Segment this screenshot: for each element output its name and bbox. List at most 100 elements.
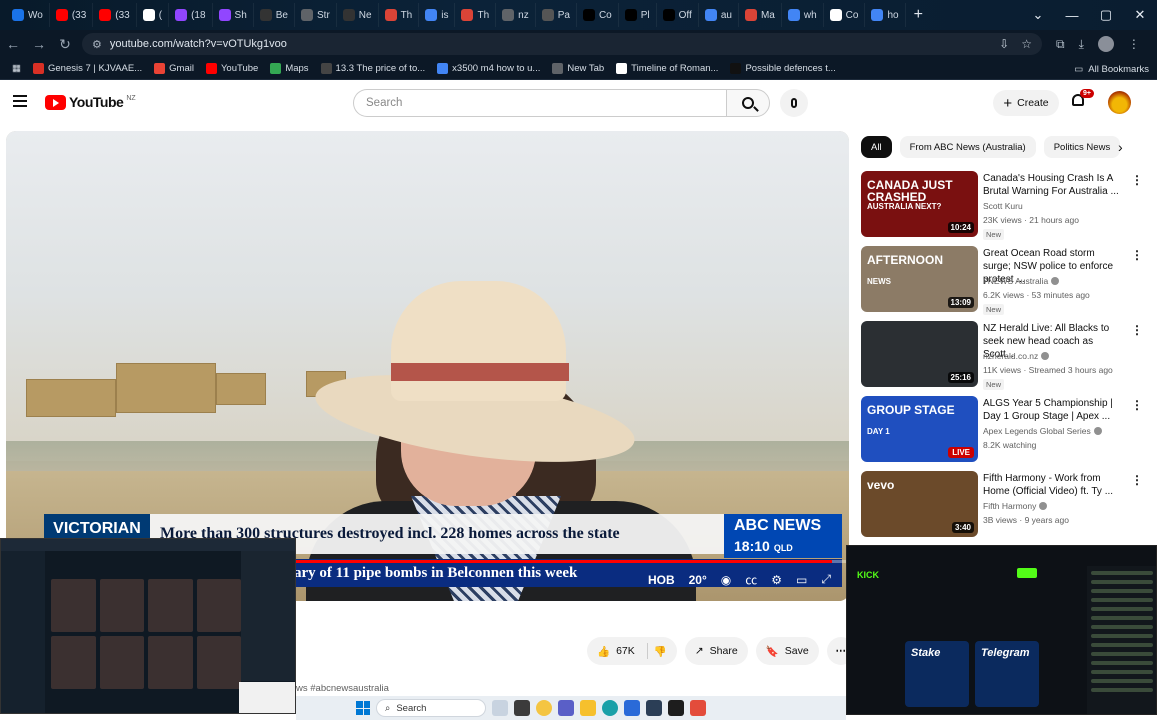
- app-icon[interactable]: [690, 700, 706, 716]
- fullscreen-icon[interactable]: ⤢: [821, 572, 831, 587]
- edge-icon[interactable]: [602, 700, 618, 716]
- more-options-icon[interactable]: ⋮: [1131, 173, 1143, 187]
- account-avatar[interactable]: [1108, 91, 1131, 114]
- minimize-button[interactable]: —: [1055, 8, 1089, 23]
- video-title[interactable]: ALGS Year 5 Championship | Day 1 Group S…: [983, 397, 1123, 423]
- save-button[interactable]: 🔖 Save: [755, 637, 819, 665]
- bookmark-item[interactable]: YouTube: [200, 63, 264, 74]
- share-button[interactable]: ↗ Share: [684, 637, 748, 665]
- channel-name[interactable]: nzherald.co.nz: [983, 351, 1050, 361]
- bookmark-item[interactable]: New Tab: [546, 63, 610, 74]
- bookmark-star-icon[interactable]: ☆: [1021, 37, 1032, 51]
- bookmark-item[interactable]: Maps: [264, 63, 314, 74]
- maximize-button[interactable]: ▢: [1089, 7, 1123, 23]
- more-options-icon[interactable]: ⋮: [1131, 398, 1143, 412]
- recommended-video[interactable]: vevo 3:40 Fifth Harmony - Work from Home (…: [861, 471, 1146, 546]
- all-bookmarks-button[interactable]: ▭ All Bookmarks: [1074, 58, 1149, 80]
- browser-tab[interactable]: Be: [254, 3, 295, 27]
- captions-icon[interactable]: ㏄: [745, 571, 757, 588]
- browser-tab[interactable]: is: [419, 3, 456, 27]
- video-title[interactable]: Canada's Housing Crash Is A Brutal Warni…: [983, 172, 1123, 198]
- recommended-video[interactable]: GROUP STAGE DAY 1 LIVE ALGS Year 5 Champion…: [861, 396, 1146, 471]
- channel-name[interactable]: Fifth Harmony: [983, 501, 1048, 511]
- browser-tab[interactable]: Off: [657, 3, 699, 27]
- browser-tab[interactable]: Str: [295, 3, 337, 27]
- windows-start-icon[interactable]: [356, 701, 370, 715]
- browser-tab[interactable]: Ne: [337, 3, 379, 27]
- taskbar-search[interactable]: ⌕ Search: [376, 699, 486, 717]
- filter-chip[interactable]: Politics News: [1043, 136, 1121, 158]
- search-button[interactable]: [726, 89, 770, 117]
- chrome-icon[interactable]: [536, 700, 552, 716]
- terminal-icon[interactable]: [668, 700, 684, 716]
- site-info-icon[interactable]: ⚙: [92, 38, 102, 51]
- filter-chip[interactable]: All: [861, 136, 892, 158]
- browser-tab[interactable]: Pa: [536, 3, 577, 27]
- forward-icon[interactable]: →: [26, 36, 52, 52]
- browser-tab[interactable]: ho: [865, 3, 906, 27]
- channel-name[interactable]: Scott Kuru: [983, 201, 1023, 211]
- overlay-window-left[interactable]: [0, 538, 296, 714]
- notifications-button[interactable]: 9+: [1072, 89, 1094, 108]
- browser-tab[interactable]: au: [699, 3, 739, 27]
- filter-chip[interactable]: From ABC News (Australia): [899, 136, 1036, 158]
- teams-icon[interactable]: [558, 700, 574, 716]
- task-view-icon[interactable]: [514, 700, 530, 716]
- bookmark-item[interactable]: Possible defences t...: [724, 63, 841, 74]
- channel-name[interactable]: Apex Legends Global Series: [983, 426, 1102, 436]
- browser-tab[interactable]: Pl: [619, 3, 657, 27]
- chrome-menu-icon[interactable]: ⋮: [1128, 37, 1140, 51]
- video-thumbnail[interactable]: vevo 3:40: [861, 471, 978, 537]
- recommended-video[interactable]: CANADA JUST CRASHED AUSTRALIA NEXT? 10:24 C…: [861, 171, 1146, 246]
- bookmark-item[interactable]: Timeline of Roman...: [610, 63, 724, 74]
- video-title[interactable]: Fifth Harmony - Work from Home (Official…: [983, 472, 1123, 498]
- browser-tab[interactable]: (: [137, 3, 170, 27]
- settings-gear-icon[interactable]: ⚙: [771, 573, 782, 587]
- bookmark-item[interactable]: Gmail: [148, 63, 200, 74]
- video-thumbnail[interactable]: 25:16: [861, 321, 978, 387]
- back-icon[interactable]: ←: [0, 36, 26, 52]
- browser-tab[interactable]: nz: [496, 3, 536, 27]
- browser-tab[interactable]: Wo: [6, 3, 50, 27]
- calculator-icon[interactable]: [646, 700, 662, 716]
- browser-tab[interactable]: Sh: [213, 3, 254, 27]
- overlay-follow-button[interactable]: [1017, 568, 1037, 578]
- video-player[interactable]: VICTORIAN More than 300 structures destr…: [6, 131, 849, 601]
- close-window-button[interactable]: ✕: [1123, 7, 1157, 23]
- recommended-video[interactable]: 25:16 NZ Herald Live: All Blacks to seek …: [861, 321, 1146, 396]
- browser-tab[interactable]: (33: [50, 3, 94, 27]
- autoplay-toggle-icon[interactable]: ◉: [721, 573, 731, 587]
- search-input[interactable]: Search: [353, 89, 726, 117]
- promo-banner-a[interactable]: Stake: [905, 641, 969, 707]
- browser-tab[interactable]: Co: [824, 3, 866, 27]
- browser-tab[interactable]: (33: [93, 3, 137, 27]
- overlay-window-right[interactable]: KICK Stake Telegram: [846, 545, 1157, 715]
- chevron-right-icon[interactable]: ›: [1118, 139, 1123, 155]
- more-options-icon[interactable]: ⋮: [1131, 248, 1143, 262]
- video-thumbnail[interactable]: CANADA JUST CRASHED AUSTRALIA NEXT? 10:24: [861, 171, 978, 237]
- video-thumbnail[interactable]: AFTERNOON NEWS 13:09: [861, 246, 978, 312]
- promo-banner-b[interactable]: Telegram: [975, 641, 1039, 707]
- browser-tab[interactable]: (18: [169, 3, 213, 27]
- downloads-icon[interactable]: ⤓: [1079, 37, 1084, 52]
- browser-tab[interactable]: Co: [577, 3, 619, 27]
- extensions-icon[interactable]: ⧉: [1056, 37, 1065, 52]
- create-button[interactable]: + Create: [993, 90, 1059, 116]
- youtube-logo[interactable]: YouTube NZ: [45, 94, 136, 110]
- profile-avatar[interactable]: [1097, 36, 1114, 52]
- reload-icon[interactable]: ↻: [52, 36, 78, 53]
- theater-mode-icon[interactable]: ▭: [796, 573, 807, 587]
- hamburger-menu-icon[interactable]: [13, 95, 27, 107]
- install-app-icon[interactable]: ⇩: [999, 37, 1009, 51]
- tab-search-icon[interactable]: ⌄: [1021, 7, 1055, 23]
- channel-name[interactable]: 7NEWS Australia: [983, 276, 1060, 286]
- widgets-icon[interactable]: [492, 700, 508, 716]
- more-options-icon[interactable]: ⋮: [1131, 323, 1143, 337]
- browser-tab[interactable]: wh: [782, 3, 824, 27]
- browser-tab[interactable]: Ma: [739, 3, 782, 27]
- file-explorer-icon[interactable]: [580, 700, 596, 716]
- bookmark-item[interactable]: x3500 m4 how to u...: [431, 63, 546, 74]
- thumbs-down-icon[interactable]: 👎: [654, 645, 667, 658]
- bookmark-item[interactable]: 13.3 The price of to...: [315, 63, 432, 74]
- mail-icon[interactable]: [624, 700, 640, 716]
